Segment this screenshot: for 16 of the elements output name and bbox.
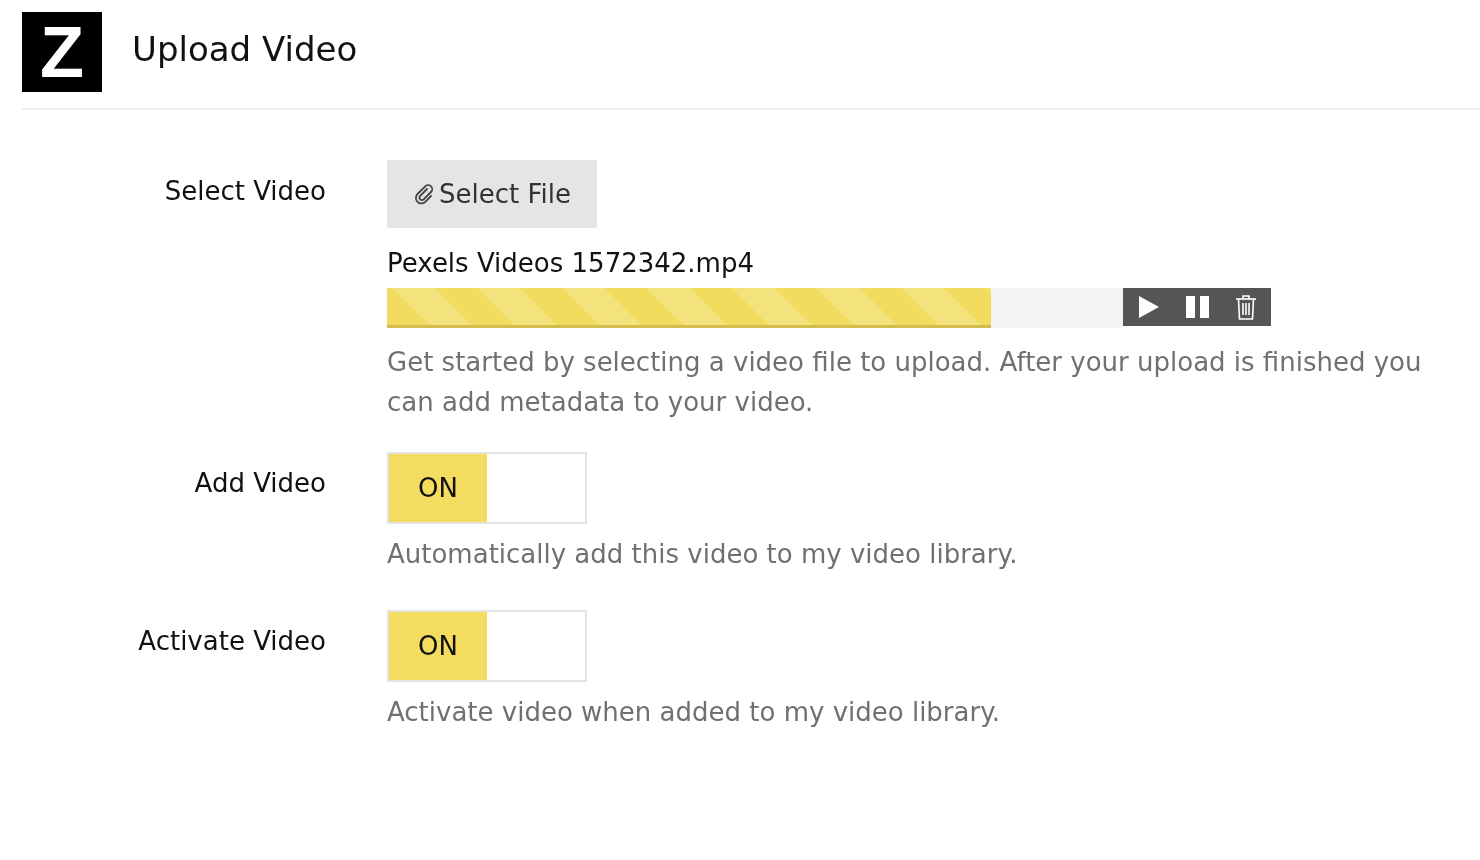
toggle-switch[interactable]: ON <box>387 452 587 524</box>
paperclip-icon <box>413 182 435 206</box>
logo: Z <box>22 12 102 92</box>
help-text: Activate video when added to my video library. <box>387 696 1001 729</box>
field-label: Select Video <box>163 175 326 208</box>
file-name: Pexels Videos 1572342.mp4 <box>387 248 754 278</box>
select-file-button[interactable]: Select File <box>387 160 597 228</box>
toggle-switch[interactable]: ON <box>387 610 587 682</box>
help-text: Get started by selecting a video file to upload. After your upload is finished you can add metadata to your video. <box>387 346 1423 419</box>
page-title: Upload Video <box>132 29 358 69</box>
help-text: Automatically add this video to my video library. <box>387 538 1018 571</box>
pause-icon[interactable] <box>1185 295 1211 319</box>
trash-icon[interactable] <box>1235 294 1257 320</box>
play-icon[interactable] <box>1137 295 1161 319</box>
field-label: Add Video <box>193 467 326 500</box>
field-label: Activate Video <box>137 625 326 658</box>
